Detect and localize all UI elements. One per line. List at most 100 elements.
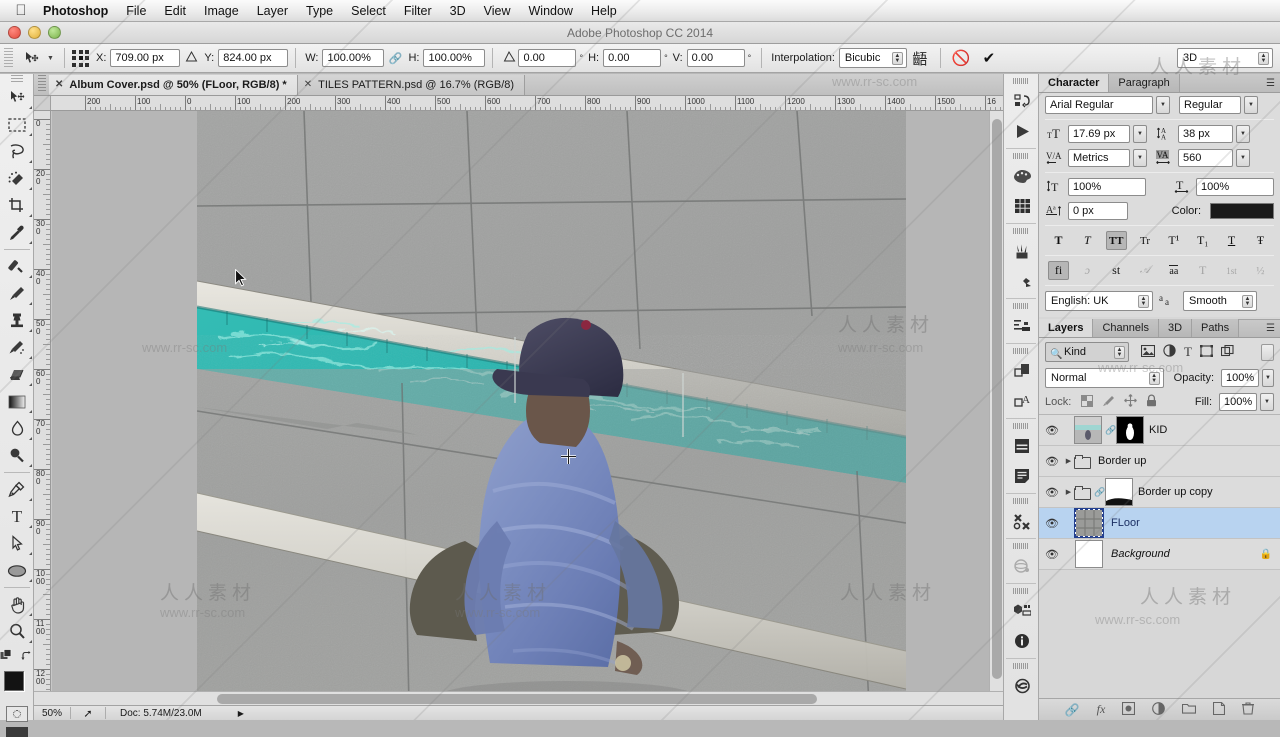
fill-chevron-icon[interactable]: ▼ bbox=[1260, 393, 1274, 411]
foreground-color-swatch[interactable] bbox=[4, 671, 24, 691]
x-input[interactable]: 709.00 px bbox=[110, 49, 181, 67]
menu-item-help[interactable]: Help bbox=[582, 0, 626, 22]
zoom-level[interactable]: 50% bbox=[34, 708, 70, 719]
notes-icon[interactable] bbox=[1004, 461, 1040, 491]
tool-flyout-triangle-icon[interactable] bbox=[26, 275, 32, 278]
layer-filter-kind-select[interactable]: 🔍 Kind ▲ ▼ bbox=[1045, 342, 1129, 362]
filter-shape-icon[interactable] bbox=[1199, 344, 1213, 360]
small-caps-button[interactable]: Tr bbox=[1135, 231, 1156, 250]
superscript-button[interactable]: T¹ bbox=[1163, 231, 1184, 250]
table-row[interactable]: 👁 Background 🔒 bbox=[1039, 539, 1280, 570]
fill-input[interactable]: 100% bbox=[1219, 393, 1257, 411]
eye-icon[interactable]: 👁 bbox=[1041, 486, 1063, 499]
type-tool[interactable]: T bbox=[0, 503, 34, 530]
dodge-tool[interactable] bbox=[0, 442, 34, 469]
subscript-button[interactable]: T₁ bbox=[1192, 231, 1213, 250]
h-input[interactable]: 100.00% bbox=[423, 49, 486, 67]
faux-bold-button[interactable]: T bbox=[1048, 231, 1069, 250]
tool-flyout-triangle-icon[interactable] bbox=[26, 214, 32, 217]
vertical-scroll-thumb[interactable] bbox=[992, 119, 1002, 679]
font-style-input[interactable]: Regular bbox=[1179, 96, 1241, 114]
filter-smart-object-icon[interactable] bbox=[1220, 344, 1234, 360]
layer-mask-thumbnail[interactable] bbox=[1116, 416, 1144, 444]
tool-flyout-triangle-icon[interactable] bbox=[26, 464, 32, 467]
horizontal-scroll-thumb[interactable] bbox=[217, 694, 817, 704]
pen-tool[interactable] bbox=[0, 476, 34, 503]
eraser-tool[interactable] bbox=[0, 361, 34, 388]
text-color-swatch[interactable] bbox=[1210, 203, 1274, 219]
kerning-input[interactable]: Metrics bbox=[1068, 149, 1130, 167]
oldstyle-button[interactable]: aa bbox=[1163, 261, 1184, 280]
tool-preset-chevron-icon[interactable]: ▼ bbox=[44, 48, 57, 69]
font-family-chevron-icon[interactable]: ▼ bbox=[1156, 96, 1170, 114]
color-palette-icon[interactable] bbox=[1004, 161, 1040, 191]
3d-orbit-icon[interactable] bbox=[1004, 551, 1040, 581]
layer-styles-fx-icon[interactable]: fx bbox=[1097, 702, 1106, 717]
brush-presets-icon[interactable] bbox=[1004, 236, 1040, 266]
layer-thumbnail[interactable] bbox=[1074, 508, 1104, 538]
leading-chevron-icon[interactable]: ▼ bbox=[1236, 125, 1250, 143]
layer-thumbnail[interactable] bbox=[1075, 540, 1103, 568]
edit-toolbar-icon[interactable] bbox=[0, 649, 15, 665]
table-row[interactable]: 👁 ▶ 🔗 Border up copy bbox=[1039, 477, 1280, 508]
toolbar-grip[interactable] bbox=[0, 74, 34, 84]
tool-flyout-triangle-icon[interactable] bbox=[26, 552, 32, 555]
menu-item-edit[interactable]: Edit bbox=[155, 0, 195, 22]
menu-item-3d[interactable]: 3D bbox=[441, 0, 475, 22]
dock-grip-5[interactable] bbox=[1013, 348, 1029, 354]
tracking-chevron-icon[interactable]: ▼ bbox=[1236, 149, 1250, 167]
close-tab-icon[interactable]: ✕ bbox=[55, 75, 63, 95]
vertical-ruler[interactable]: 0 200 300 400 500 600 700 800 900 1000 1100 1200 bbox=[34, 111, 51, 705]
menu-item-type[interactable]: Type bbox=[297, 0, 342, 22]
options-bar-grip[interactable] bbox=[4, 48, 13, 68]
layer-name[interactable]: Border up bbox=[1098, 455, 1146, 467]
color-swatches[interactable] bbox=[0, 669, 34, 703]
document-tab-album-cover[interactable]: ✕ Album Cover.psd @ 50% (FLoor, RGB/8) * bbox=[49, 75, 298, 95]
tool-flyout-triangle-icon[interactable] bbox=[26, 187, 32, 190]
move-tool[interactable] bbox=[0, 84, 34, 111]
tool-presets-icon[interactable] bbox=[1004, 506, 1040, 536]
tool-flyout-triangle-icon[interactable] bbox=[26, 525, 32, 528]
tool-flyout-triangle-icon[interactable] bbox=[26, 640, 32, 643]
table-row[interactable]: 👁 🔗 KID bbox=[1039, 415, 1280, 446]
tab-3d[interactable]: 3D bbox=[1158, 319, 1193, 337]
path-selection-tool[interactable] bbox=[0, 530, 34, 557]
skew-v-input[interactable]: 0.00 bbox=[686, 49, 745, 67]
tab-character[interactable]: Character bbox=[1039, 74, 1110, 92]
tool-flyout-triangle-icon[interactable] bbox=[26, 613, 32, 616]
tool-flyout-triangle-icon[interactable] bbox=[26, 356, 32, 359]
menu-item-file[interactable]: File bbox=[117, 0, 155, 22]
rotate-angle-input[interactable]: 0.00 bbox=[518, 49, 577, 67]
blend-mode-select[interactable]: Normal ▲ ▼ bbox=[1045, 368, 1164, 388]
baseline-shift-input[interactable]: 0 px bbox=[1068, 202, 1128, 220]
chain-link-icon[interactable]: 🔗 bbox=[384, 52, 406, 65]
lasso-tool[interactable] bbox=[0, 138, 34, 165]
crop-tool[interactable] bbox=[0, 192, 34, 219]
measurement-log-icon[interactable] bbox=[1004, 596, 1040, 626]
workspace-switcher[interactable]: 3D ▲ ▼ bbox=[1177, 48, 1273, 68]
font-size-input[interactable]: 17.69 px bbox=[1068, 125, 1130, 143]
menu-item-select[interactable]: Select bbox=[342, 0, 395, 22]
status-expand-icon[interactable]: ▶ bbox=[202, 709, 244, 718]
contextual-alternates-button[interactable]: ɔ bbox=[1077, 261, 1098, 280]
swap-colors-icon[interactable] bbox=[21, 650, 33, 665]
lock-image-pixels-icon[interactable] bbox=[1102, 395, 1115, 410]
table-row[interactable]: 👁 FLoor bbox=[1039, 508, 1280, 539]
tool-flyout-triangle-icon[interactable] bbox=[26, 329, 32, 332]
layer-name[interactable]: Background bbox=[1111, 548, 1170, 560]
group-expand-triangle-icon[interactable]: ▶ bbox=[1063, 457, 1074, 465]
horizontal-scale-input[interactable]: 100% bbox=[1196, 178, 1274, 196]
menu-item-filter[interactable]: Filter bbox=[395, 0, 441, 22]
faux-italic-button[interactable]: T bbox=[1077, 231, 1098, 250]
fractions-button[interactable]: ½ bbox=[1250, 261, 1271, 280]
horizontal-ruler[interactable]: 200 100 0 100 200 300 400 500 600 700 800 900 1000 11… bbox=[34, 96, 1003, 111]
underline-button[interactable]: T bbox=[1221, 231, 1242, 250]
brush-tool-presets-icon[interactable] bbox=[1004, 266, 1040, 296]
eye-icon[interactable]: 👁 bbox=[1041, 517, 1063, 530]
lock-transparent-pixels-icon[interactable] bbox=[1081, 394, 1094, 410]
reference-point-grid-icon[interactable] bbox=[72, 49, 89, 67]
zoom-tool[interactable] bbox=[0, 618, 34, 645]
info-icon[interactable] bbox=[1004, 626, 1040, 656]
history-brush-tool[interactable] bbox=[0, 334, 34, 361]
w-input[interactable]: 100.00% bbox=[322, 49, 385, 67]
